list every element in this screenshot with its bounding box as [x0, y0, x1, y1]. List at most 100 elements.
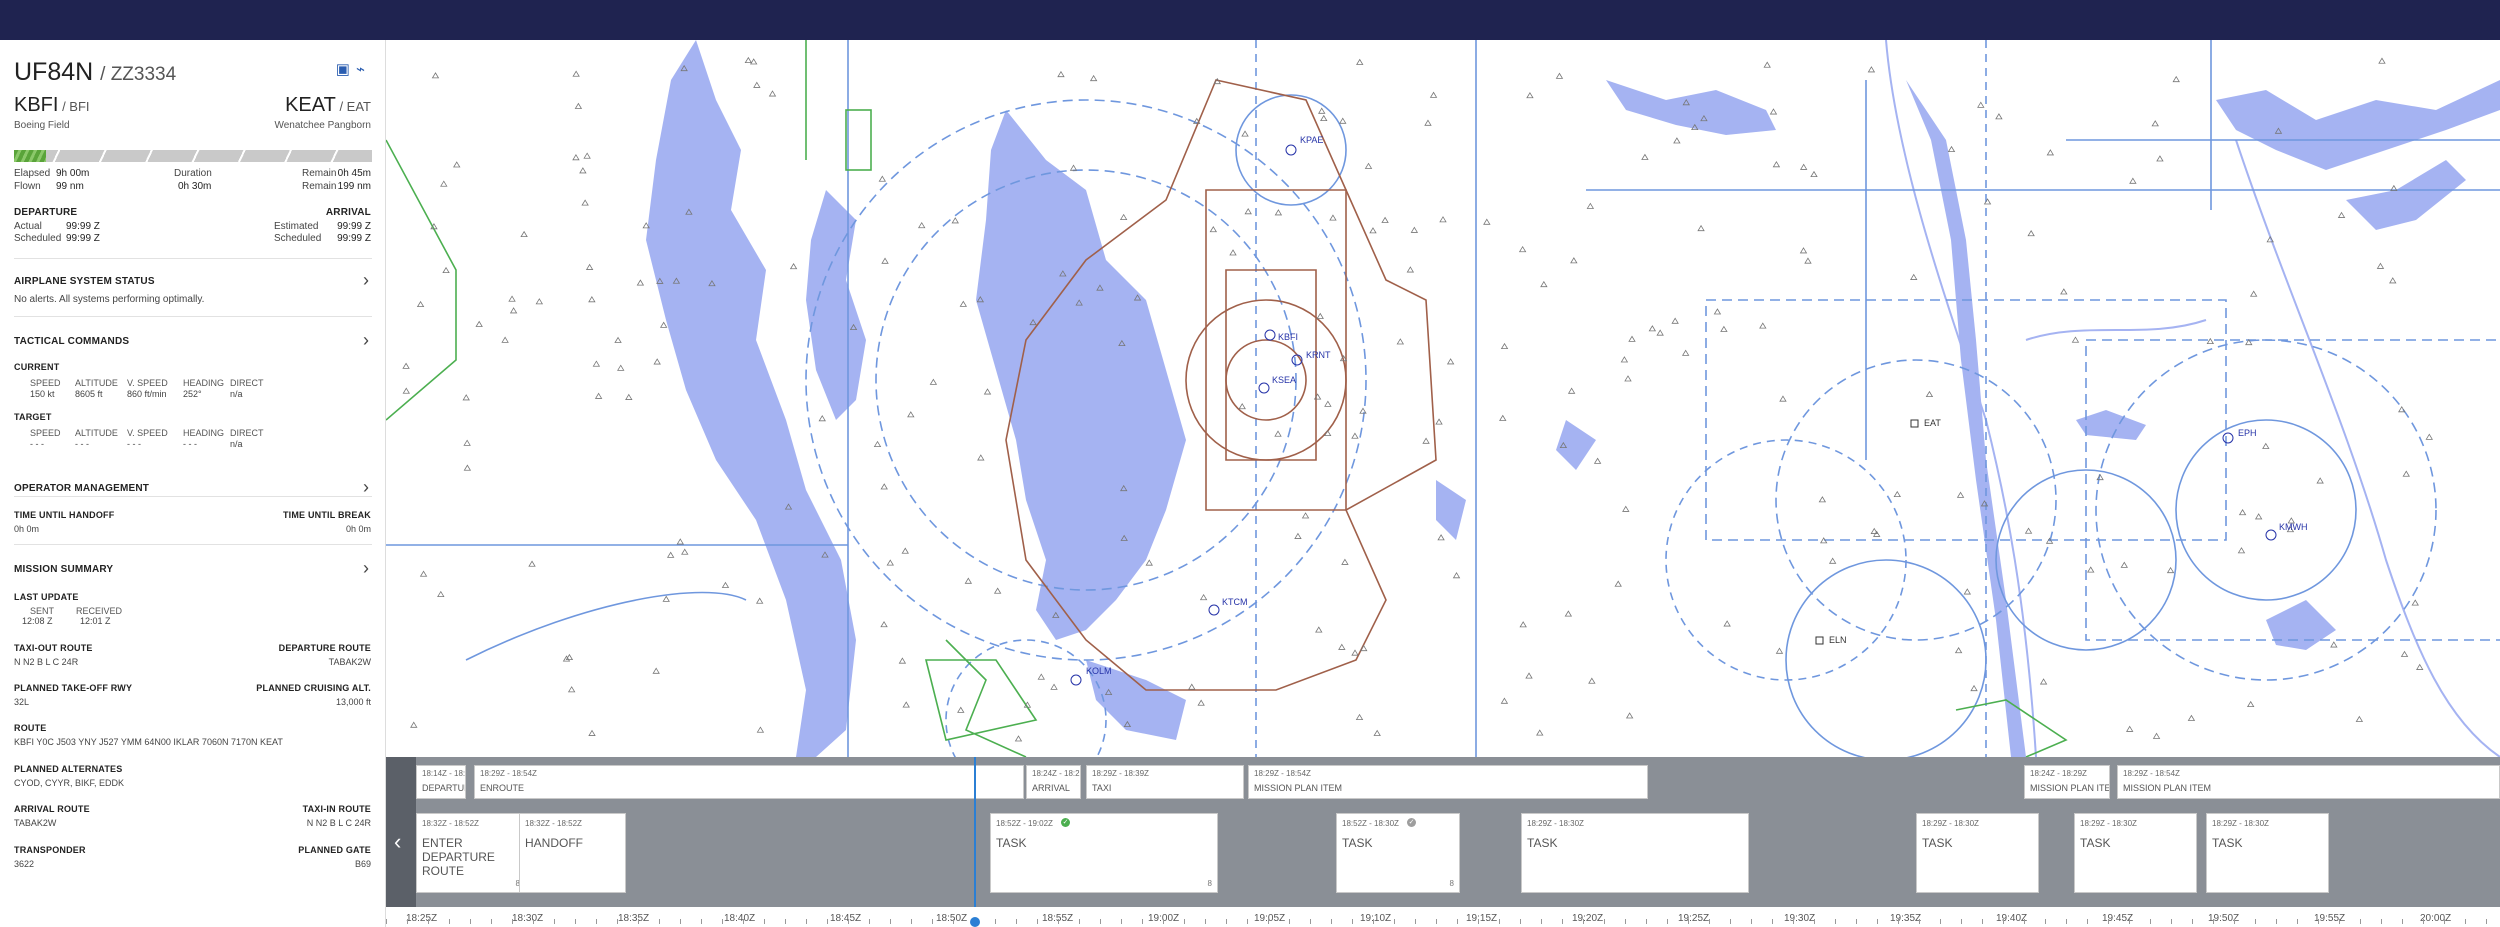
time-minor-tick [743, 919, 744, 924]
time-minor-tick [1604, 919, 1605, 924]
map-canvas[interactable]: KPAE KBFI KRNT KSEA KTCM KOLM EAT EPH KM… [386, 40, 2500, 757]
waypoint-triangle-icon [666, 551, 675, 558]
signal-icon[interactable]: ⌁ [356, 61, 371, 78]
phase-time: 18:29Z - 18:54Z [1254, 769, 1311, 778]
flown-value: 99 nm [56, 181, 84, 192]
time-minor-tick [659, 919, 660, 924]
waypoint-triangle-icon [1209, 225, 1218, 233]
waypoint-triangle-icon [1525, 672, 1533, 679]
rivers-layer [1885, 40, 2500, 757]
waypoint-triangle-icon [1452, 572, 1461, 579]
waypoint-triangle-icon [676, 538, 684, 545]
system-status-chevron-icon[interactable]: › [363, 270, 369, 291]
alternates-value: CYOD, CYYR, BIKF, EDDK [14, 778, 125, 788]
waypoint-triangle-icon [652, 667, 660, 674]
waypoint-triangle-icon [1723, 620, 1731, 627]
waypoint-triangle-icon [1316, 312, 1324, 319]
waypoint-triangle-icon [1439, 216, 1447, 223]
arr-scheduled-label: Scheduled [274, 233, 322, 244]
waypoint-triangle-icon [1188, 683, 1196, 690]
timeline-scroll-left-button[interactable]: ‹ [386, 757, 416, 927]
time-minor-tick [1793, 919, 1794, 924]
mission-summary-chevron-icon[interactable]: › [363, 558, 369, 579]
waypoint-triangle-icon [2152, 732, 2161, 739]
command-label-altitude: ALTITUDE [75, 378, 118, 388]
timeline-task-card[interactable]: 18:29Z - 18:30Z TASK [1916, 813, 2039, 893]
timeline-phase-arrival[interactable]: 18:24Z - 18:29Z ARRIVAL [1026, 765, 1081, 799]
time-minor-tick [575, 919, 576, 924]
waypoint-triangle-icon [1241, 130, 1249, 137]
svg-text:EAT: EAT [1924, 418, 1941, 428]
waypoint-triangle-icon [1555, 72, 1564, 79]
time-minor-tick [1373, 919, 1374, 924]
time-minor-tick [2297, 919, 2298, 924]
command-value: 860 ft/min [127, 389, 167, 399]
timeline-phase-mission-plan-item[interactable]: 18:29Z - 18:54Z MISSION PLAN ITEM [1248, 765, 1648, 799]
tactical-commands-title[interactable]: TACTICAL COMMANDS [14, 336, 129, 347]
waypoint-triangle-icon [1567, 387, 1576, 394]
waypoint-triangle-icon [1244, 208, 1252, 215]
handoff-label: TIME UNTIL HANDOFF [14, 510, 115, 520]
waypoint-triangle-icon [1424, 119, 1432, 126]
phase-name: MISSION PLAN ITEM [2030, 783, 2110, 793]
timeline-task-card[interactable]: 18:52Z - 18:30Z TASK ✓ 8 [1336, 813, 1460, 893]
time-minor-tick [1478, 919, 1479, 924]
command-value: - - - [30, 439, 44, 449]
timeline-task-card[interactable]: 18:29Z - 18:30Z TASK [2206, 813, 2329, 893]
mission-timeline[interactable]: ‹ 18:14Z - 18:29Z DEPARTURE 18:29Z - 18:54… [386, 757, 2500, 927]
timeline-phase-enroute[interactable]: 18:29Z - 18:54Z ENROUTE [474, 765, 1024, 799]
time-minor-tick [1583, 919, 1584, 924]
last-update-label: LAST UPDATE [14, 592, 79, 602]
task-time: 18:29Z - 18:30Z [2080, 819, 2137, 828]
waypoint-triangle-icon [2096, 473, 2104, 481]
mission-summary-title[interactable]: MISSION SUMMARY [14, 564, 113, 575]
command-label-heading: HEADING [183, 378, 225, 388]
timeline-phase-departure[interactable]: 18:14Z - 18:29Z DEPARTURE [416, 765, 466, 799]
timeline-task-card[interactable]: 18:29Z - 18:30Z TASK [1521, 813, 1749, 893]
waypoint-triangle-icon [2249, 290, 2258, 297]
time-minor-tick [470, 919, 471, 924]
waypoint-triangle-icon [2024, 527, 2033, 534]
waypoint-triangle-icon [1364, 162, 1373, 169]
waypoint-triangle-icon [1320, 114, 1328, 122]
waypoint-triangle-icon [880, 483, 888, 490]
taxi-out-label: TAXI-OUT ROUTE [14, 643, 93, 653]
time-tick-label: 18:25Z [406, 913, 438, 924]
timeline-cursor-handle[interactable] [970, 917, 980, 927]
waypoint-triangle-icon [1671, 317, 1679, 324]
waypoint-triangle-icon [1570, 257, 1578, 264]
airspace-map[interactable]: KPAE KBFI KRNT KSEA KTCM KOLM EAT EPH KM… [386, 40, 2500, 757]
waypoint-triangle-icon [753, 81, 761, 88]
timeline-phase-taxi[interactable]: 18:29Z - 18:39Z TAXI [1086, 765, 1244, 799]
phase-name: MISSION PLAN ITEM [2123, 783, 2212, 793]
waypoint-triangle-icon [886, 559, 894, 566]
timeline-now-cursor[interactable] [974, 757, 976, 927]
waypoint-triangle-icon [907, 411, 915, 418]
task-name: TASK [1922, 836, 1953, 850]
operator-management-title[interactable]: OPERATOR MANAGEMENT [14, 483, 149, 494]
waypoint-triangle-icon [1799, 163, 1808, 170]
time-minor-tick [785, 919, 786, 924]
tactical-commands-chevron-icon[interactable]: › [363, 330, 369, 351]
chevron-left-icon[interactable]: ‹ [394, 829, 401, 855]
waypoint-triangle-icon [993, 587, 1002, 594]
waypoint-triangle-icon [1526, 91, 1534, 99]
timeline-task-card[interactable]: 18:52Z - 19:02Z TASK ✓ 8 [990, 813, 1218, 893]
timeline-phase-mission-plan-item[interactable]: 18:24Z - 18:29Z MISSION PLAN ITEM [2024, 765, 2110, 799]
operator-management-chevron-icon[interactable]: › [363, 477, 369, 498]
time-minor-tick [1226, 919, 1227, 924]
time-minor-tick [827, 919, 828, 924]
task-time: 18:32Z - 18:52Z [525, 819, 582, 828]
alternates-label: PLANNED ALTERNATES [14, 764, 123, 774]
timeline-task-card[interactable]: 18:29Z - 18:30Z TASK [2074, 813, 2197, 893]
timeline-phase-mission-plan-item[interactable]: 18:29Z - 18:54Z MISSION PLAN ITEM [2117, 765, 2500, 799]
datalink-icon[interactable]: ▣ [336, 61, 356, 78]
waypoint-triangle-icon [2330, 641, 2338, 648]
timeline-task-card[interactable]: 18:32Z - 18:52Z HANDOFF [519, 813, 626, 893]
waypoint-triangle-icon [902, 701, 910, 708]
timeline-task-card[interactable]: 18:32Z - 18:52Z ENTER DEPARTURE ROUTE 8 [416, 813, 526, 893]
system-status-title[interactable]: AIRPLANE SYSTEM STATUS [14, 276, 155, 287]
command-label-speed: SPEED [30, 428, 61, 438]
waypoint-triangle-icon [1437, 534, 1445, 541]
command-label-altitude: ALTITUDE [75, 428, 118, 438]
